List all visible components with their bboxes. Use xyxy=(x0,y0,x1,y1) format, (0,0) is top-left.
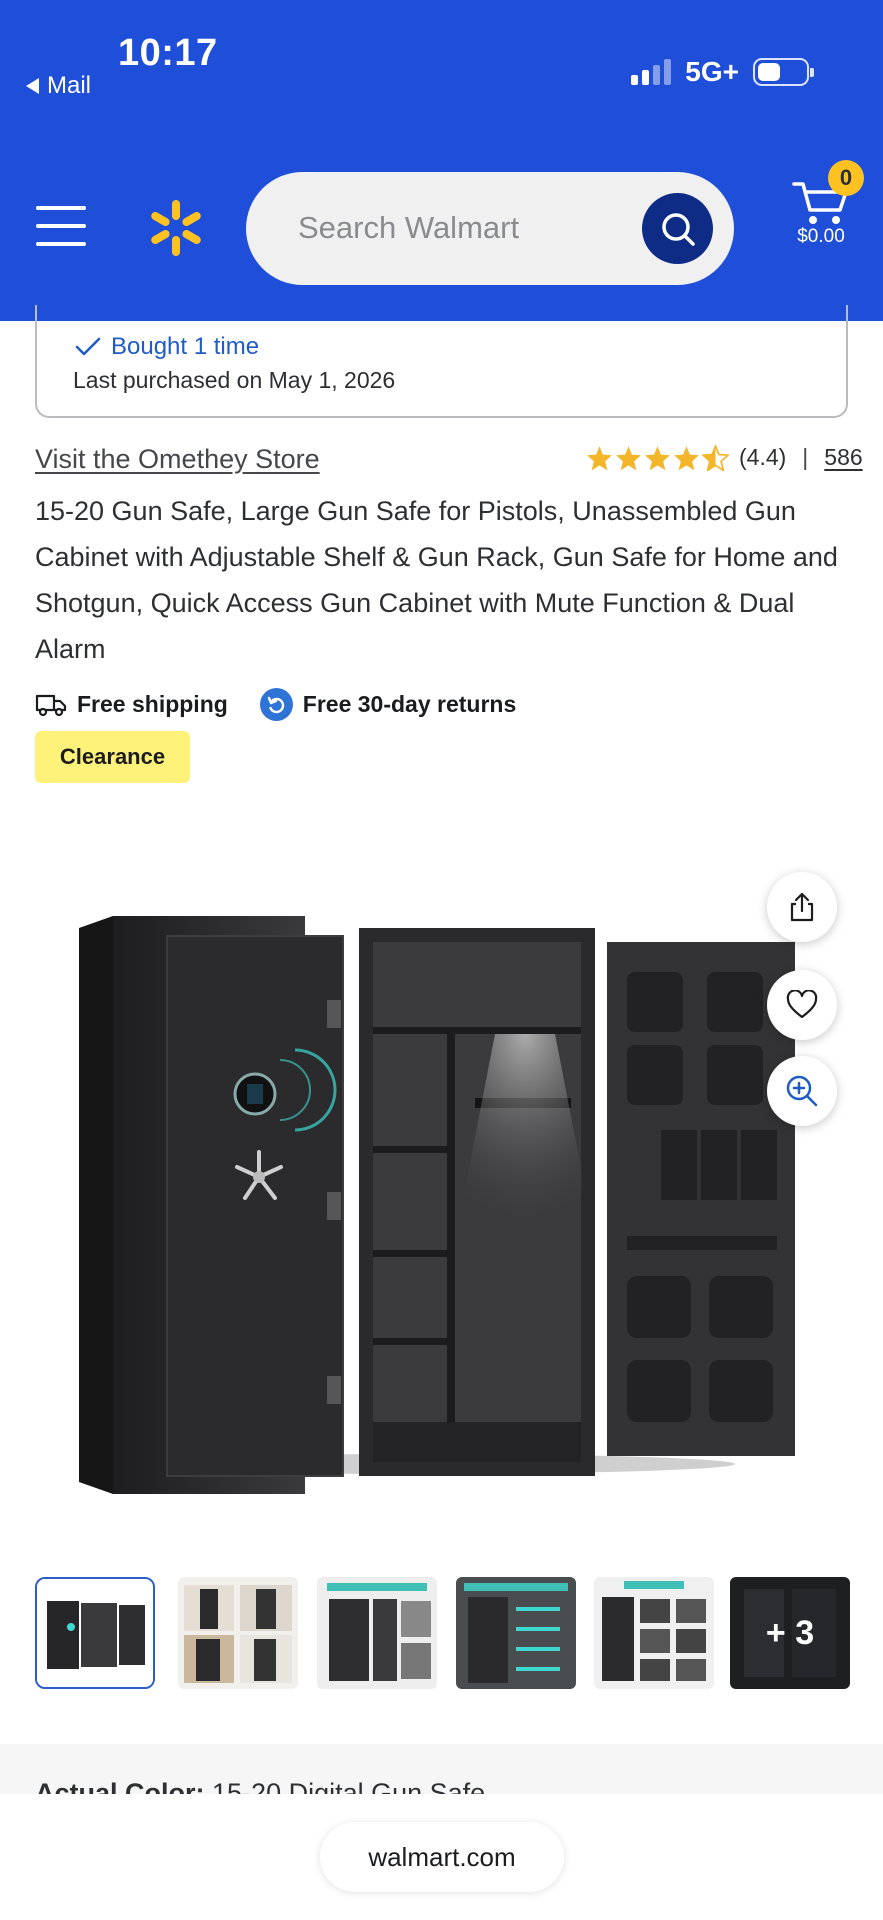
thumbnail-2[interactable] xyxy=(178,1577,298,1689)
actual-color-row: Actual Color: 15-20 Digital Gun Safe xyxy=(35,1778,485,1794)
walmart-spark-logo[interactable] xyxy=(146,198,206,258)
search-icon xyxy=(661,212,695,246)
free-returns-label: Free 30-day returns xyxy=(302,691,517,717)
half-star-icon xyxy=(702,444,729,471)
last-purchased-date: Last purchased on May 1, 2026 xyxy=(73,367,396,393)
actual-color-label: Actual Color: xyxy=(35,1778,205,1794)
share-button[interactable] xyxy=(767,872,837,942)
search-bar[interactable] xyxy=(246,172,734,285)
checkmark-icon xyxy=(75,337,101,356)
menu-icon xyxy=(36,206,86,210)
back-arrow-icon xyxy=(26,78,39,94)
thumbnail-4[interactable] xyxy=(456,1577,576,1689)
signal-icon xyxy=(631,59,672,85)
zoom-button[interactable] xyxy=(767,1056,837,1126)
thumbnail-3[interactable] xyxy=(317,1577,437,1689)
network-label: 5G+ xyxy=(685,56,739,87)
bought-count: Bought 1 time xyxy=(111,333,260,360)
store-link[interactable]: Visit the Omethey Store xyxy=(35,444,320,475)
free-shipping-label: Free shipping xyxy=(77,691,228,717)
back-to-mail-button[interactable]: Mail xyxy=(26,72,91,100)
truck-icon xyxy=(35,694,67,716)
thumbnail-1[interactable] xyxy=(35,1577,155,1689)
rating-value: (4.4) xyxy=(739,444,787,470)
rating-summary[interactable]: (4.4) | 586 xyxy=(586,444,863,471)
more-images-count: + 3 xyxy=(765,1613,815,1652)
actual-color-value: 15-20 Digital Gun Safe xyxy=(212,1778,486,1794)
product-title: 15-20 Gun Safe, Large Gun Safe for Pisto… xyxy=(35,496,838,664)
clearance-badge: Clearance xyxy=(35,731,190,783)
returns-icon xyxy=(259,688,293,721)
cart-button[interactable]: 0 $0.00 xyxy=(790,160,880,260)
status-indicators: 5G+ xyxy=(631,56,814,88)
star-icon xyxy=(645,445,670,470)
favorite-button[interactable] xyxy=(767,970,837,1040)
cart-total: $0.00 xyxy=(797,226,845,247)
rating-separator: | xyxy=(802,444,809,470)
purchase-history-card: Bought 1 time Last purchased on May 1, 2… xyxy=(35,305,848,418)
menu-button[interactable] xyxy=(36,206,86,246)
search-button[interactable] xyxy=(642,193,713,264)
variant-section: Actual Color: 15-20 Digital Gun Safe xyxy=(0,1744,883,1794)
star-icon xyxy=(587,445,612,470)
back-label: Mail xyxy=(47,72,92,99)
product-main-image[interactable] xyxy=(55,880,815,1500)
browser-url-bar[interactable]: walmart.com xyxy=(320,1822,564,1892)
battery-icon xyxy=(753,58,814,86)
thumbnail-more[interactable]: + 3 xyxy=(730,1577,850,1689)
heart-icon xyxy=(786,990,818,1019)
header-bar: 10:17 Mail 5G+ Search Walmart 0 $0.00 xyxy=(0,0,883,321)
cart-count-badge: 0 xyxy=(828,160,864,196)
review-count-link[interactable]: 586 xyxy=(824,444,862,471)
thumbnail-strip: + 3 xyxy=(35,1577,855,1689)
free-shipping: Free shipping xyxy=(35,691,228,718)
zoom-in-icon xyxy=(786,1075,818,1107)
status-time: 10:17 xyxy=(118,32,218,74)
bought-status: Bought 1 time xyxy=(75,333,259,361)
star-rating xyxy=(586,444,729,471)
free-returns: Free 30-day returns xyxy=(259,688,517,721)
search-input[interactable] xyxy=(298,202,628,254)
star-icon xyxy=(616,445,641,470)
thumbnail-5[interactable] xyxy=(594,1577,714,1689)
perks-row: Free shipping Free 30-day returns xyxy=(35,688,516,721)
star-icon xyxy=(674,445,699,470)
share-icon xyxy=(790,892,814,922)
